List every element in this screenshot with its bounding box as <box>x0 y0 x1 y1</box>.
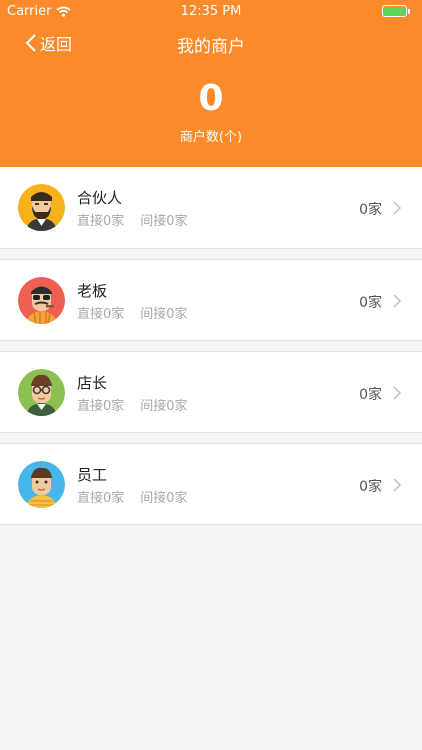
role-counts: 直接0家 间接0家 <box>77 487 188 506</box>
list-item-store-manager[interactable]: 店长 直接0家 间接0家 0家 <box>0 351 422 433</box>
role-list: 合伙人 直接0家 间接0家 0家 老板 直接0家 间接0家 0家 店长 直接0家… <box>0 167 422 525</box>
partner-avatar <box>18 184 65 231</box>
chevron-right-icon <box>393 386 402 400</box>
chevron-right-icon <box>393 478 402 492</box>
list-item-partner[interactable]: 合伙人 直接0家 间接0家 0家 <box>0 167 422 249</box>
indirect-count: 间接0家 <box>140 491 188 506</box>
list-item-employee[interactable]: 员工 直接0家 间接0家 0家 <box>0 443 422 525</box>
page-title: 我的商户 <box>177 37 245 57</box>
navigation-bar: 返回 我的商户 <box>0 22 422 66</box>
status-bar: Carrier 12:35 PM <box>0 0 422 22</box>
indirect-count: 间接0家 <box>140 399 188 414</box>
role-counts: 直接0家 间接0家 <box>77 395 188 414</box>
total-count: 0家 <box>359 295 382 311</box>
direct-count: 直接0家 <box>77 491 125 506</box>
merchant-count-label: 商户数(个) <box>179 130 243 145</box>
total-count: 0家 <box>359 202 382 218</box>
indirect-count: 间接0家 <box>140 307 188 322</box>
role-counts: 直接0家 间接0家 <box>77 303 188 322</box>
chevron-right-icon <box>393 294 402 308</box>
role-counts: 直接0家 间接0家 <box>77 210 188 229</box>
direct-count: 直接0家 <box>77 399 125 414</box>
status-time: 12:35 PM <box>180 4 242 19</box>
indirect-count: 间接0家 <box>140 214 188 229</box>
header: Carrier 12:35 PM 返回 我的商户 0 商户数(个) <box>0 0 422 167</box>
merchant-count: 0 <box>198 78 224 119</box>
chevron-right-icon <box>393 201 402 215</box>
battery-icon <box>382 5 412 17</box>
direct-count: 直接0家 <box>77 307 125 322</box>
employee-avatar <box>18 461 65 508</box>
total-count: 0家 <box>359 479 382 495</box>
total-count: 0家 <box>359 387 382 403</box>
direct-count: 直接0家 <box>77 214 125 229</box>
role-name: 老板 <box>77 282 108 300</box>
role-name: 店长 <box>77 374 108 392</box>
store-manager-avatar <box>18 369 65 416</box>
role-name: 合伙人 <box>77 189 123 207</box>
boss-avatar <box>18 277 65 324</box>
list-item-boss[interactable]: 老板 直接0家 间接0家 0家 <box>0 259 422 341</box>
role-name: 员工 <box>77 466 108 484</box>
